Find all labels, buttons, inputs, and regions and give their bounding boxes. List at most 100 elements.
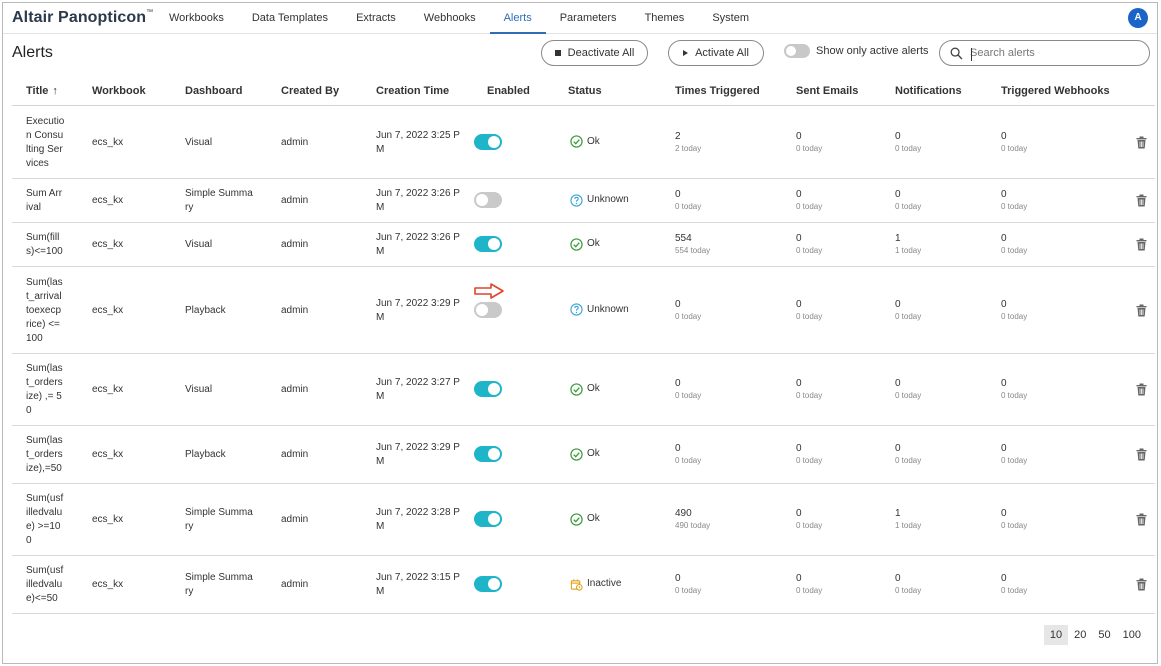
creation-time: Jun 7, 2022 3:28 PM	[376, 507, 460, 532]
status-badge: Ok	[570, 447, 600, 461]
stop-icon	[554, 50, 561, 56]
page-title: Alerts	[12, 44, 53, 61]
nav-tab-themes[interactable]: Themes	[631, 3, 699, 34]
table-row[interactable]: Sum(usf illedvalu e)<=50 ecs_kx Simple Summa…	[12, 556, 1155, 614]
sort-ascending-icon: ↑	[52, 85, 58, 97]
notifications: 11 today	[895, 508, 922, 530]
delete-alert-button[interactable]	[1136, 304, 1147, 322]
page-size-50[interactable]: 50	[1092, 625, 1116, 645]
header-creation-time[interactable]: Creation Time	[376, 85, 449, 97]
header-workbook[interactable]: Workbook	[92, 85, 146, 97]
top-navigation: Altair Panopticon™ Workbooks Data Templat…	[3, 3, 1157, 34]
delete-alert-button[interactable]	[1136, 448, 1147, 466]
enabled-toggle[interactable]	[474, 576, 502, 592]
status-text: Unknown	[587, 194, 629, 205]
dashboard-name: Playback	[185, 304, 226, 316]
created-by: admin	[281, 449, 309, 460]
nav-tab-system[interactable]: System	[698, 3, 763, 34]
trash-icon	[1136, 238, 1147, 251]
trash-icon	[1136, 513, 1147, 526]
brand-logo: Altair Panopticon™	[12, 9, 154, 26]
nav-tab-parameters[interactable]: Parameters	[546, 3, 631, 34]
sent-emails: 00 today	[796, 508, 823, 530]
times-triggered: 00 today	[675, 443, 702, 465]
page-size-20[interactable]: 20	[1068, 625, 1092, 645]
alert-title: Sum Arr ival	[26, 188, 63, 213]
sent-emails: 00 today	[796, 189, 823, 211]
question-circle-icon	[570, 303, 583, 316]
times-triggered: 490 490 today	[675, 508, 711, 530]
table-row[interactable]: Sum(las t_orders ize),=50 ecs_kx Playback adm…	[12, 426, 1155, 484]
dashboard-name: Simple Summa ry	[185, 572, 253, 597]
dashboard-name: Simple Summa ry	[185, 188, 253, 213]
deactivate-all-button[interactable]: Deactivate All	[541, 40, 648, 66]
delete-alert-button[interactable]	[1136, 578, 1147, 596]
header-enabled[interactable]: Enabled	[487, 85, 530, 97]
delete-alert-button[interactable]	[1136, 383, 1147, 401]
header-title[interactable]: Title ↑	[26, 85, 58, 97]
annotation-arrow-icon	[474, 282, 504, 299]
header-status[interactable]: Status	[568, 85, 602, 97]
show-active-toggle[interactable]	[784, 44, 810, 58]
sent-emails: 00 today	[796, 443, 823, 465]
page-size-10[interactable]: 10	[1043, 625, 1069, 645]
triggered-webhooks: 00 today	[1001, 298, 1028, 321]
table-row[interactable]: Sum Arr ival ecs_kx Simple Summa ry admin Jun …	[12, 179, 1155, 223]
header-notifications[interactable]: Notifications	[895, 85, 962, 97]
user-avatar[interactable]: A	[1128, 8, 1148, 28]
nav-tab-webhooks[interactable]: Webhooks	[410, 3, 490, 34]
enabled-toggle[interactable]	[474, 133, 502, 150]
table-row[interactable]: Sum(usf illedvalu e) >=10 0 ecs_kx Simple Sum…	[12, 484, 1155, 556]
header-dashboard[interactable]: Dashboard	[185, 85, 242, 97]
delete-alert-button[interactable]	[1136, 194, 1147, 212]
nav-tab-workbooks[interactable]: Workbooks	[155, 3, 238, 34]
triggered-webhooks: 00 today	[1001, 573, 1028, 595]
delete-alert-button[interactable]	[1136, 513, 1147, 531]
search-input[interactable]	[970, 45, 1140, 61]
table-row[interactable]: Sum(fill s)<=100 ecs_kx Visual admin Jun 7, 2…	[12, 223, 1155, 267]
table-row[interactable]: Sum(las t_orders ize) ,= 5 0 ecs_kx Visual adm…	[12, 354, 1155, 426]
enabled-toggle[interactable]	[474, 192, 502, 208]
enabled-cell	[474, 576, 502, 592]
creation-time: Jun 7, 2022 3:27 PM	[376, 377, 460, 402]
page-size-100[interactable]: 100	[1117, 625, 1147, 645]
notifications: 00 today	[895, 443, 922, 465]
search-box[interactable]	[939, 40, 1150, 66]
activate-all-button[interactable]: Activate All	[668, 40, 764, 66]
search-icon	[950, 47, 963, 60]
enabled-toggle[interactable]	[474, 446, 502, 462]
alert-title: Sum(fill s)<=100	[26, 232, 63, 257]
toggle-knob	[488, 578, 500, 590]
header-created-by[interactable]: Created By	[281, 85, 339, 97]
workbook-name: ecs_kx	[92, 239, 124, 250]
alert-title: Sum(las t_arrival toexecp rice) <= 100	[26, 276, 63, 344]
delete-alert-button[interactable]	[1136, 238, 1147, 256]
enabled-toggle[interactable]	[474, 381, 502, 397]
triggered-webhooks: 00 today	[1001, 233, 1028, 255]
toggle-knob	[488, 135, 500, 148]
table-row[interactable]: Sum(las t_arrival toexecp rice) <= 100 ecs_kx…	[12, 267, 1155, 354]
enabled-toggle[interactable]	[474, 301, 502, 318]
status-text: Ok	[587, 448, 600, 459]
table-row[interactable]: Executio n Consu lting Ser vices ecs_kx Visua…	[12, 106, 1155, 179]
toggle-knob	[488, 383, 500, 395]
status-text: Inactive	[587, 578, 622, 589]
times-triggered: 22 today	[675, 130, 702, 153]
delete-alert-button[interactable]	[1136, 136, 1147, 154]
trash-icon	[1136, 383, 1147, 396]
deactivate-all-label: Deactivate All	[567, 47, 635, 59]
workbook-name: ecs_kx	[92, 449, 124, 460]
header-triggered-webhooks[interactable]: Triggered Webhooks	[1001, 85, 1110, 97]
nav-tab-alerts[interactable]: Alerts	[489, 3, 546, 34]
creation-time: Jun 7, 2022 3:26 PM	[376, 188, 460, 213]
nav-tab-data-templates[interactable]: Data Templates	[238, 3, 342, 34]
enabled-toggle[interactable]	[474, 236, 502, 252]
notifications: 00 today	[895, 378, 922, 400]
header-sent-emails[interactable]: Sent Emails	[796, 85, 858, 97]
dashboard-name: Simple Summa ry	[185, 507, 253, 532]
enabled-toggle[interactable]	[474, 511, 502, 527]
header-times-triggered[interactable]: Times Triggered	[675, 85, 760, 97]
nav-tab-extracts[interactable]: Extracts	[342, 3, 410, 34]
status-badge: Ok	[570, 237, 600, 251]
enabled-cell	[474, 381, 502, 397]
